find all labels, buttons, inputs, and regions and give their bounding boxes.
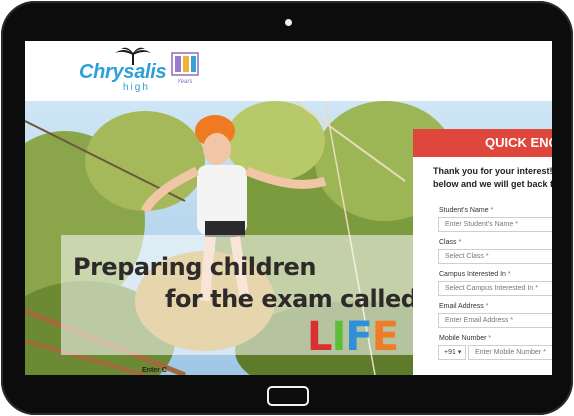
life-letter-e: E (371, 314, 399, 360)
headline-overlay: Preparing children for the exam called L… (61, 235, 421, 360)
student-name-label: Student's Name * (439, 207, 494, 214)
brand-sub: high (123, 82, 150, 93)
brand-name: Chrysalis (79, 61, 167, 83)
chrysalis-logo[interactable]: Chrysalis high Years (79, 47, 209, 93)
headline-line-2: for the exam called (165, 285, 418, 313)
enquiry-intro-line-2: below and we will get back to y (433, 179, 552, 189)
enter-captcha-label: Enter C (142, 367, 167, 374)
mobile-label: Mobile Number * (439, 335, 492, 342)
mobile-input[interactable]: Enter Mobile Number * (468, 345, 552, 360)
life-word: LIFE (307, 314, 399, 360)
site-header: Chrysalis high Years (25, 41, 552, 101)
campus-label: Campus Interested In * (439, 271, 511, 278)
camera-icon (285, 19, 292, 26)
life-letter-l: L (307, 314, 332, 360)
enquiry-title: QUICK ENQ (413, 129, 552, 157)
country-code-select[interactable]: +91 ▾ (438, 345, 466, 360)
badge-years-label: Years (177, 79, 193, 85)
tablet-frame: Chrysalis high Years Preparing children … (1, 1, 573, 415)
class-label: Class * (439, 239, 462, 246)
headline-line-1: Preparing children (73, 253, 316, 281)
campus-select[interactable]: Select Campus Interested In * (438, 281, 552, 296)
class-select[interactable]: Select Class * (438, 249, 552, 264)
home-button[interactable] (267, 386, 309, 406)
email-input[interactable]: Enter Email Address * (438, 313, 552, 328)
website-screen: Chrysalis high Years Preparing children … (25, 41, 552, 375)
quick-enquiry-panel: QUICK ENQ Thank you for your interest! F… (413, 129, 552, 375)
life-letter-f: F (345, 314, 372, 360)
life-letter-i: I (331, 314, 347, 360)
student-name-input[interactable]: Enter Student's Name * (438, 217, 552, 232)
enquiry-intro-line-1: Thank you for your interest! Fi (433, 166, 552, 176)
enquiry-intro: Thank you for your interest! Fi below an… (433, 165, 552, 191)
email-label: Email Address * (439, 303, 489, 310)
